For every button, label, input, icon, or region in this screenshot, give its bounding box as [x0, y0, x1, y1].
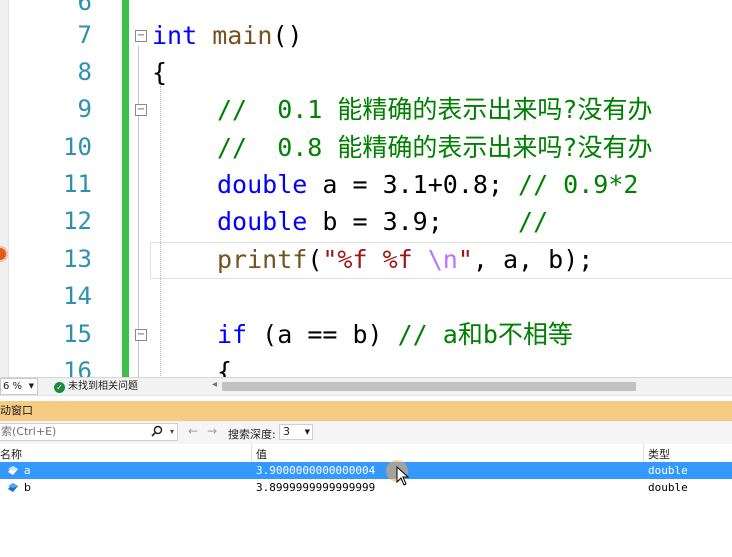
code-line: 9 − // 0.1 能精确的表示出来吗?没有办	[0, 91, 732, 128]
line-number: 15	[63, 320, 92, 348]
table-row[interactable]: b 3.8999999999999999 double	[0, 479, 732, 496]
search-depth-value: 3	[283, 425, 290, 438]
search-depth-dropdown[interactable]: 3 ▼	[279, 424, 313, 440]
code-line: 12 double b = 3.9; //	[0, 203, 732, 240]
line-number: 10	[63, 133, 92, 161]
variable-type: double	[648, 481, 688, 494]
code-text: {	[152, 58, 168, 87]
column-header-name[interactable]: 名称	[0, 446, 22, 462]
code-line: 14	[0, 278, 732, 315]
autos-window-title[interactable]: 动窗口	[0, 401, 732, 421]
column-header-value[interactable]: 值	[256, 446, 267, 462]
variable-value[interactable]: 3.8999999999999999	[256, 479, 375, 496]
line-number: 8	[77, 58, 92, 86]
issues-indicator[interactable]: ✓ 未找到相关问题	[54, 380, 138, 393]
variable-type: double	[648, 464, 688, 477]
search-depth-label: 搜索深度:	[228, 428, 276, 441]
code-line: 10 // 0.8 能精确的表示出来吗?没有办	[0, 129, 732, 166]
code-line: 13 printf("%f %f \n", a, b);	[0, 241, 732, 278]
column-divider[interactable]	[251, 444, 252, 462]
line-number: 14	[63, 282, 92, 310]
chevron-down-icon: ▼	[304, 428, 310, 436]
editor-status-bar: 6 % ▼ ✓ 未找到相关问题 ◂	[0, 377, 732, 395]
issues-label: 未找到相关问题	[68, 381, 138, 392]
zoom-dropdown[interactable]: 6 % ▼	[0, 378, 38, 395]
collapse-icon[interactable]: −	[135, 30, 147, 42]
collapse-icon[interactable]: −	[135, 329, 147, 341]
code-text: double b = 3.9; //	[217, 207, 549, 236]
code-text: double a = 3.1+0.8; // 0.9*2	[217, 170, 639, 199]
code-text: {	[217, 357, 233, 377]
mouse-pointer-icon	[396, 466, 410, 486]
search-forward-icon[interactable]: →	[207, 424, 217, 438]
variable-value[interactable]: 3.9000000000000004	[256, 462, 375, 479]
column-header-type[interactable]: 类型	[648, 446, 670, 462]
chevron-down-icon: ▼	[28, 382, 34, 390]
code-text: int main()	[152, 21, 303, 50]
code-line: 16 {	[0, 353, 732, 377]
code-comment: // 0.1 能精确的表示出来吗?没有办	[217, 95, 653, 124]
code-line: 7 − int main()	[0, 17, 732, 54]
code-text: printf("%f %f \n", a, b);	[217, 245, 594, 274]
table-row[interactable]: a 3.9000000000000004 double	[0, 462, 732, 479]
search-icon[interactable]	[151, 425, 163, 441]
line-number: 13	[63, 245, 92, 273]
collapse-icon[interactable]: −	[135, 104, 147, 116]
scroll-left-icon[interactable]: ◂	[212, 379, 217, 390]
check-icon: ✓	[54, 382, 65, 393]
code-line: 11 double a = 3.1+0.8; // 0.9*2	[0, 166, 732, 203]
line-number: 7	[77, 21, 92, 49]
search-back-icon[interactable]: ←	[188, 424, 198, 438]
code-line: 15 − if (a == b) // a和b不相等	[0, 316, 732, 353]
variable-name: a	[24, 464, 31, 477]
autos-toolbar: 索(Ctrl+E) ▾ ← → 搜索深度: 3 ▼	[0, 421, 732, 444]
chevron-down-icon[interactable]: ▾	[170, 424, 174, 440]
line-number: 12	[63, 207, 92, 235]
line-number: 16	[63, 357, 92, 377]
column-divider[interactable]	[643, 444, 644, 462]
variable-icon	[8, 466, 18, 475]
panel-title-label: 动窗口	[0, 404, 33, 417]
code-editor[interactable]: 6 7 − int main() 8 { 9 − // 0.1 能精确的表示出来…	[0, 0, 732, 377]
search-placeholder: 索(Ctrl+E)	[1, 425, 57, 438]
code-comment: // 0.8 能精确的表示出来吗?没有办	[217, 133, 653, 162]
autos-grid-header: 名称 值 类型	[0, 444, 732, 463]
line-number: 9	[77, 95, 92, 123]
variable-name: b	[24, 481, 31, 494]
code-text: if (a == b) // a和b不相等	[217, 320, 573, 349]
code-line: 8 {	[0, 54, 732, 91]
line-number: 11	[63, 170, 92, 198]
variable-icon	[8, 483, 18, 492]
search-input[interactable]: 索(Ctrl+E) ▾	[0, 423, 178, 441]
horizontal-scrollbar[interactable]	[222, 382, 636, 391]
zoom-level: 6 %	[3, 381, 23, 392]
